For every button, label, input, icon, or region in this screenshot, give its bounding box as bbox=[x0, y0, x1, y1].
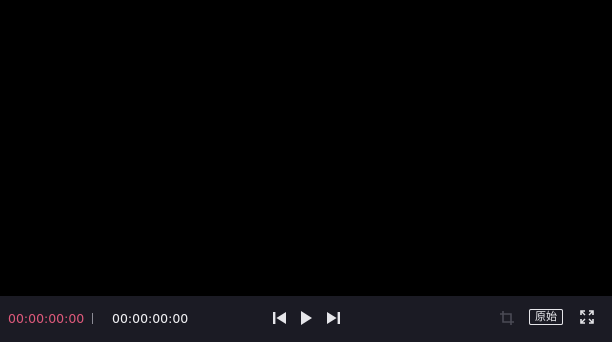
player-control-bar: 00:00:00:00 00:00:00:00 原始 bbox=[0, 296, 612, 342]
play-icon bbox=[301, 311, 312, 325]
total-time-display: 00:00:00:00 bbox=[112, 311, 189, 326]
previous-frame-button[interactable] bbox=[271, 310, 289, 326]
time-divider bbox=[92, 313, 93, 324]
video-viewport[interactable] bbox=[0, 0, 612, 296]
next-frame-button[interactable] bbox=[324, 310, 342, 326]
original-size-button[interactable]: 原始 bbox=[529, 309, 563, 325]
crop-button[interactable] bbox=[498, 309, 516, 327]
skip-next-icon bbox=[327, 312, 340, 324]
fullscreen-icon bbox=[580, 310, 594, 324]
fullscreen-button[interactable] bbox=[579, 309, 595, 325]
skip-previous-icon bbox=[273, 312, 286, 324]
crop-icon bbox=[500, 311, 514, 325]
current-time-display: 00:00:00:00 bbox=[8, 311, 85, 326]
play-button[interactable] bbox=[298, 310, 314, 326]
video-player: 00:00:00:00 00:00:00:00 原始 bbox=[0, 0, 612, 342]
